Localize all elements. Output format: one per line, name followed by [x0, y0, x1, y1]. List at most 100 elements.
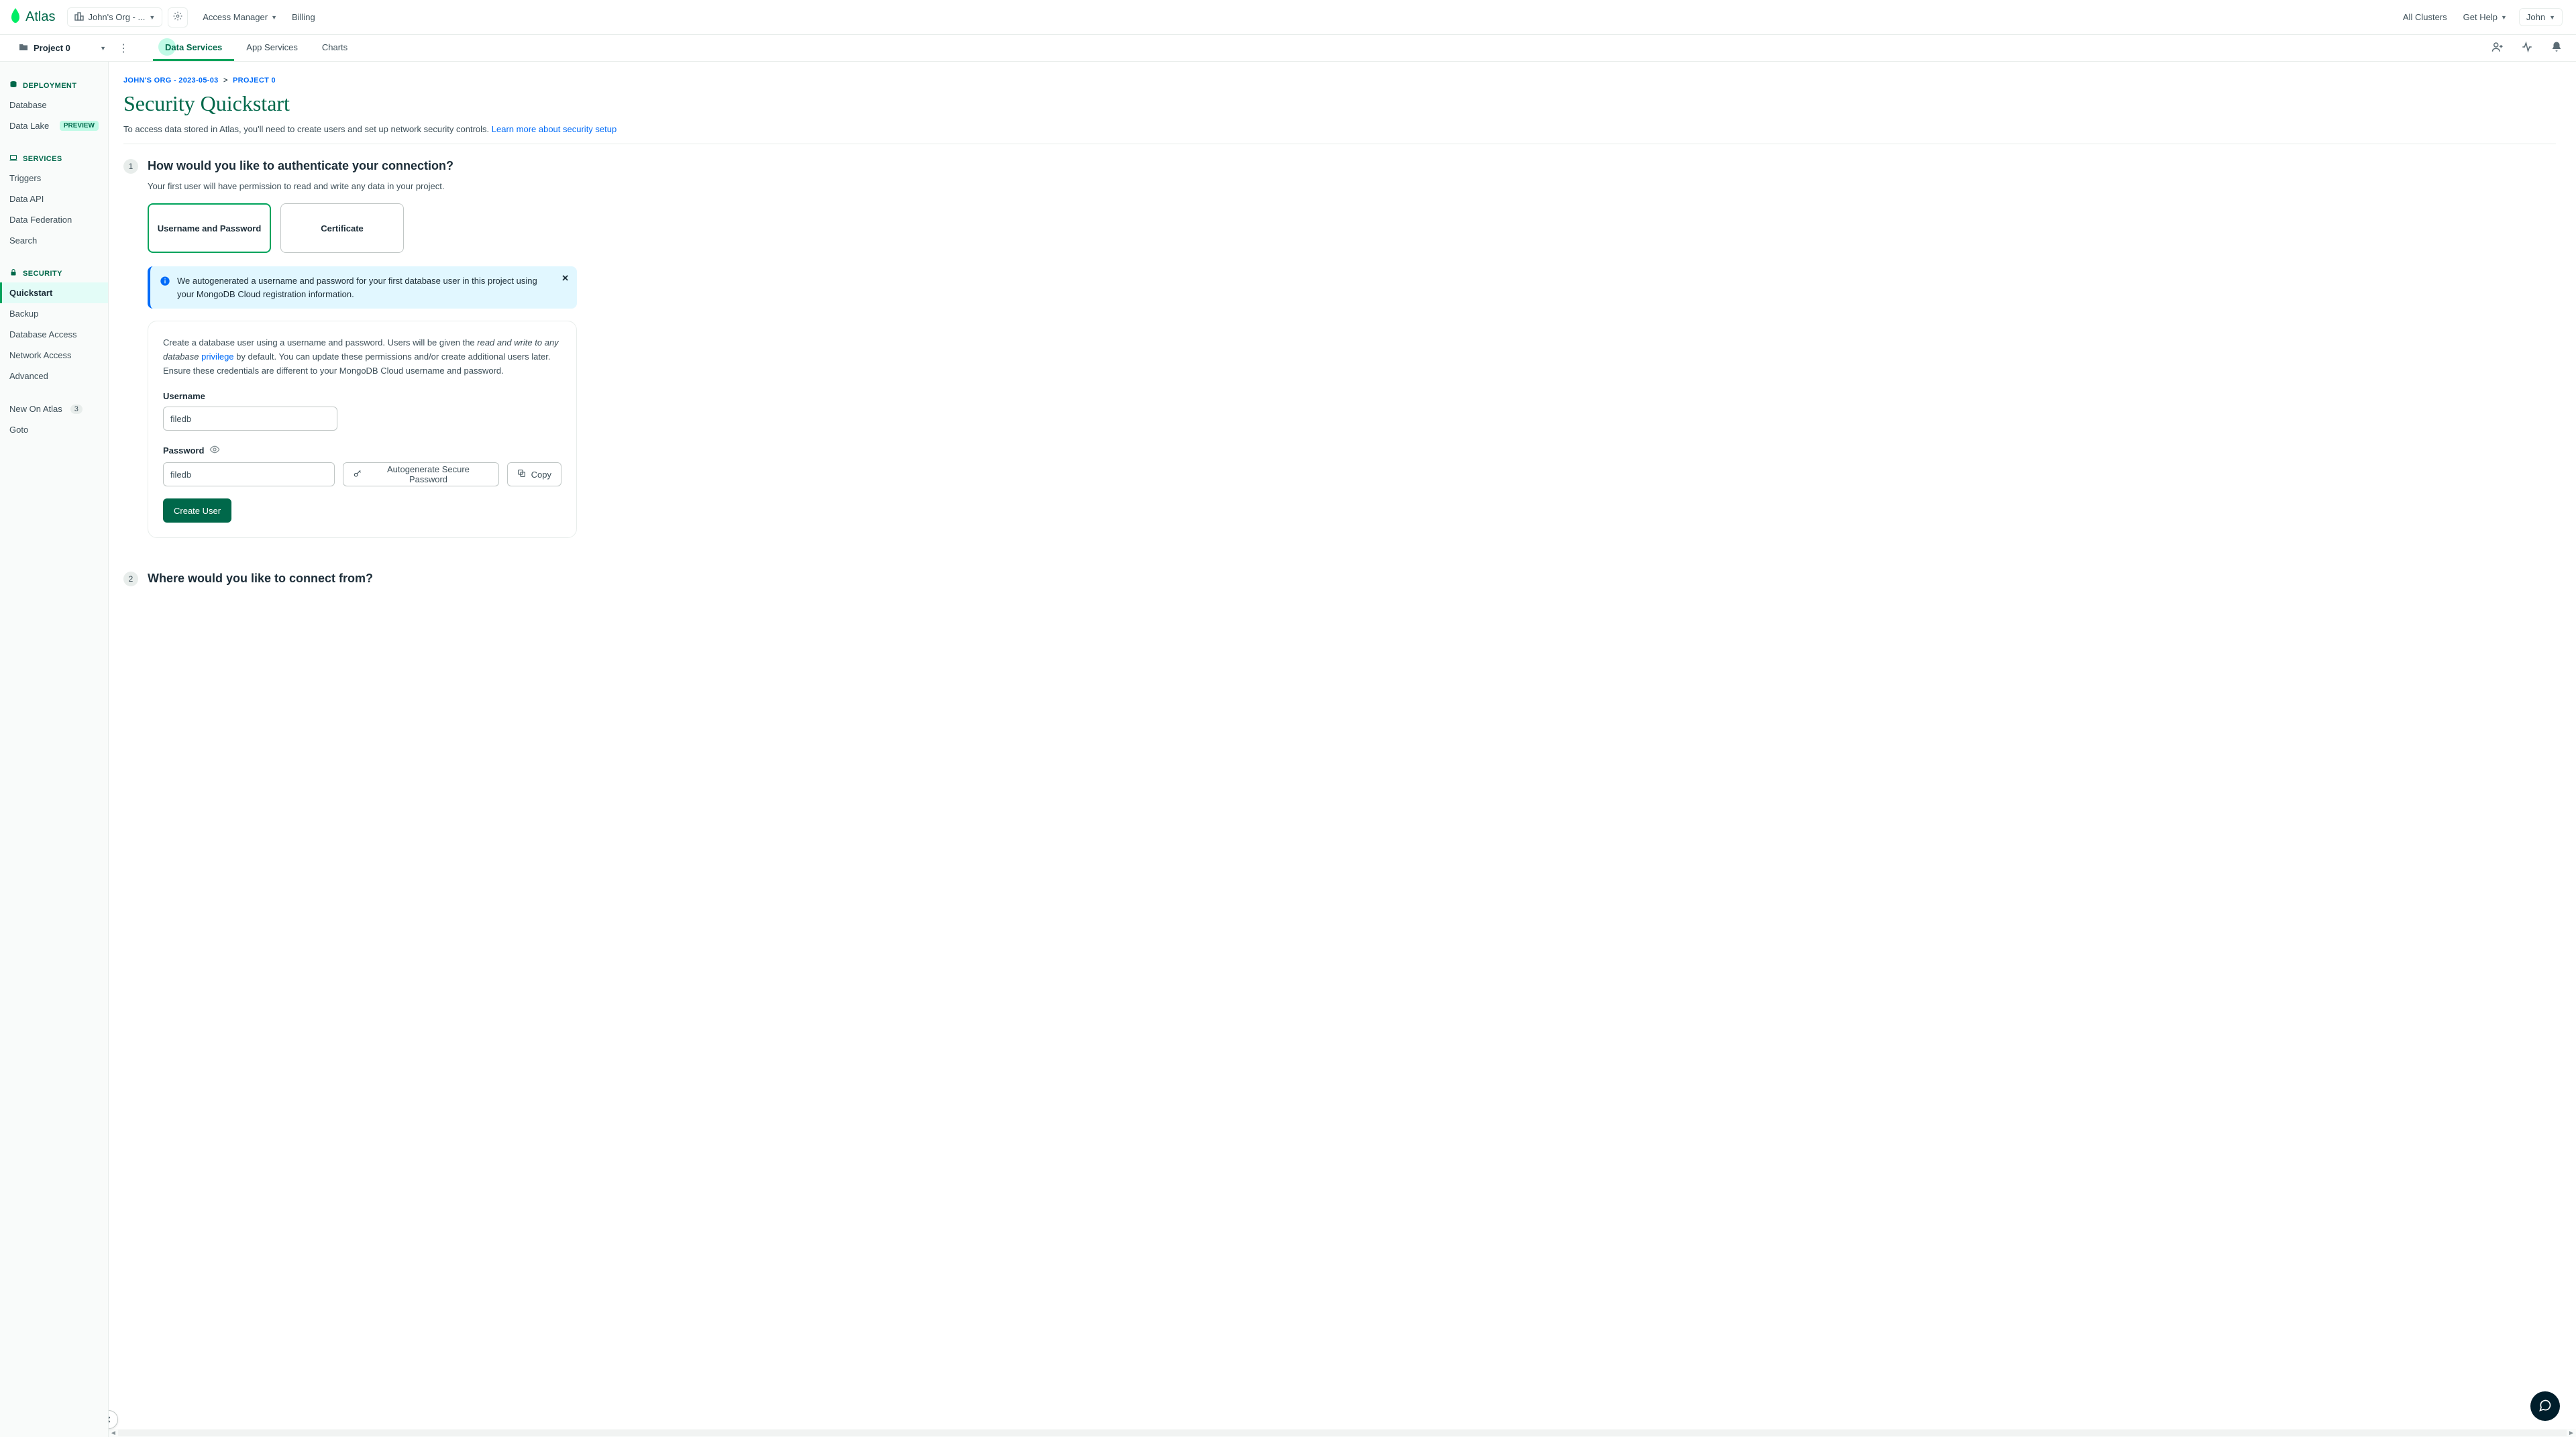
- step-desc: Your first user will have permission to …: [148, 181, 2556, 191]
- sidebar-item-backup[interactable]: Backup: [0, 303, 108, 324]
- caret-down-icon: ▼: [271, 14, 277, 21]
- sidebar-item-goto[interactable]: Goto: [0, 419, 108, 440]
- tab-charts[interactable]: Charts: [310, 35, 360, 61]
- leaf-icon: [9, 8, 21, 27]
- sidebar-item-label: New On Atlas: [9, 404, 62, 414]
- password-input[interactable]: [163, 462, 335, 486]
- step-title: Where would you like to connect from?: [148, 572, 2556, 586]
- breadcrumb-project[interactable]: PROJECT 0: [233, 76, 276, 85]
- toggle-password-visibility[interactable]: [209, 444, 220, 457]
- sidebar-item-dbaccess[interactable]: Database Access: [0, 324, 108, 345]
- section-label: DEPLOYMENT: [23, 82, 76, 90]
- caret-down-icon: ▼: [2501, 14, 2507, 21]
- access-manager-label: Access Manager: [203, 12, 268, 22]
- step-title: How would you like to authenticate your …: [148, 159, 2556, 173]
- billing-link[interactable]: Billing: [292, 12, 315, 22]
- copy-icon: [517, 469, 526, 480]
- user-menu[interactable]: John ▼: [2519, 8, 2563, 26]
- project-selector[interactable]: Project 0 ▼: [19, 43, 106, 53]
- breadcrumb-sep: >: [223, 76, 228, 85]
- breadcrumb-org[interactable]: JOHN'S ORG - 2023-05-03: [123, 76, 219, 85]
- brand-text: Atlas: [25, 9, 55, 25]
- activity-feed-button[interactable]: [2521, 41, 2533, 55]
- tab-app-services[interactable]: App Services: [234, 35, 310, 61]
- user-label: John: [2526, 12, 2545, 22]
- access-manager-menu[interactable]: Access Manager ▼: [203, 12, 277, 22]
- sidebar-item-label: Network Access: [9, 350, 71, 360]
- autogen-label: Autogenerate Secure Password: [368, 464, 488, 484]
- project-menu-button[interactable]: ⋮: [118, 42, 129, 55]
- org-selector[interactable]: John's Org - ... ▼: [67, 7, 162, 27]
- auth-card-label: Certificate: [321, 223, 364, 233]
- folder-icon: [19, 43, 28, 53]
- notifications-button[interactable]: [2551, 41, 2563, 55]
- lock-icon: [9, 268, 17, 278]
- page-subtitle: To access data stored in Atlas, you'll n…: [123, 124, 2556, 134]
- create-user-button[interactable]: Create User: [163, 498, 231, 523]
- chat-button[interactable]: [2530, 1391, 2560, 1421]
- autogenerate-password-button[interactable]: Autogenerate Secure Password: [343, 462, 498, 486]
- privilege-link[interactable]: privilege: [201, 352, 233, 362]
- sidebar-item-label: Database Access: [9, 329, 76, 339]
- scroll-right-arrow[interactable]: ►: [2567, 1430, 2576, 1437]
- tab-label: App Services: [246, 42, 298, 52]
- sidebar-item-label: Data API: [9, 194, 44, 204]
- scroll-left-arrow[interactable]: ◄: [109, 1430, 118, 1437]
- form-desc-prefix: Create a database user using a username …: [163, 337, 477, 348]
- chat-icon: [2538, 1399, 2552, 1414]
- sidebar-item-label: Data Lake: [9, 121, 49, 131]
- sidebar-collapse-button[interactable]: [109, 1410, 118, 1429]
- form-description: Create a database user using a username …: [163, 336, 561, 378]
- sidebar-item-new-on-atlas[interactable]: New On Atlas 3: [0, 398, 108, 419]
- sidebar-item-advanced[interactable]: Advanced: [0, 366, 108, 386]
- copy-password-button[interactable]: Copy: [507, 462, 561, 486]
- learn-more-link[interactable]: Learn more about security setup: [492, 124, 616, 134]
- sidebar-item-search[interactable]: Search: [0, 230, 108, 251]
- caret-down-icon: ▼: [2549, 14, 2555, 21]
- sidebar-item-label: Advanced: [9, 371, 48, 381]
- all-clusters-label: All Clusters: [2403, 12, 2447, 22]
- org-settings-button[interactable]: [168, 7, 188, 28]
- breadcrumb: JOHN'S ORG - 2023-05-03 > PROJECT 0: [123, 76, 2556, 85]
- sidebar-item-database[interactable]: Database: [0, 95, 108, 115]
- sidebar-item-triggers[interactable]: Triggers: [0, 168, 108, 189]
- sidebar-item-dataapi[interactable]: Data API: [0, 189, 108, 209]
- password-label: Password: [163, 445, 204, 456]
- sidebar-item-netaccess[interactable]: Network Access: [0, 345, 108, 366]
- sidebar-item-label: Backup: [9, 309, 38, 319]
- auth-card-username-password[interactable]: Username and Password: [148, 203, 271, 253]
- banner-close-button[interactable]: ✕: [561, 273, 569, 284]
- project-bar: Project 0 ▼ ⋮ Data Services App Services…: [0, 35, 2576, 62]
- get-help-label: Get Help: [2463, 12, 2498, 22]
- top-bar: Atlas John's Org - ... ▼ Access Manager …: [0, 0, 2576, 35]
- dots-vertical-icon: ⋮: [118, 43, 129, 54]
- sidebar-item-quickstart[interactable]: Quickstart: [0, 282, 108, 303]
- invite-user-button[interactable]: [2491, 41, 2504, 55]
- sidebar-item-label: Search: [9, 235, 37, 246]
- scroll-track[interactable]: [118, 1430, 2567, 1436]
- tab-label: Data Services: [165, 42, 222, 52]
- sidebar-item-datalake[interactable]: Data Lake PREVIEW: [0, 115, 108, 136]
- auth-card-certificate[interactable]: Certificate: [280, 203, 404, 253]
- sidebar-section-security: SECURITY: [0, 264, 108, 282]
- get-help-menu[interactable]: Get Help ▼: [2463, 12, 2507, 22]
- sidebar-section-deployment: DEPLOYMENT: [0, 76, 108, 95]
- atlas-logo[interactable]: Atlas: [9, 8, 55, 27]
- copy-label: Copy: [531, 470, 551, 480]
- banner-text: We autogenerated a username and password…: [177, 274, 568, 301]
- auth-card-label: Username and Password: [158, 223, 262, 233]
- sidebar-item-datafederation[interactable]: Data Federation: [0, 209, 108, 230]
- all-clusters-link[interactable]: All Clusters: [2403, 12, 2447, 22]
- password-label-row: Password: [163, 444, 561, 457]
- info-banner: We autogenerated a username and password…: [148, 266, 577, 309]
- horizontal-scrollbar[interactable]: ◄ ►: [109, 1429, 2576, 1437]
- tab-data-services[interactable]: Data Services: [153, 35, 234, 61]
- sidebar-item-label: Data Federation: [9, 215, 72, 225]
- laptop-icon: [9, 154, 17, 164]
- bell-icon: [2551, 45, 2563, 55]
- section-label: SERVICES: [23, 155, 62, 163]
- username-input[interactable]: [163, 407, 337, 431]
- section-label: SECURITY: [23, 270, 62, 278]
- eye-icon: [209, 447, 220, 457]
- product-tabs: Data Services App Services Charts: [153, 35, 360, 61]
